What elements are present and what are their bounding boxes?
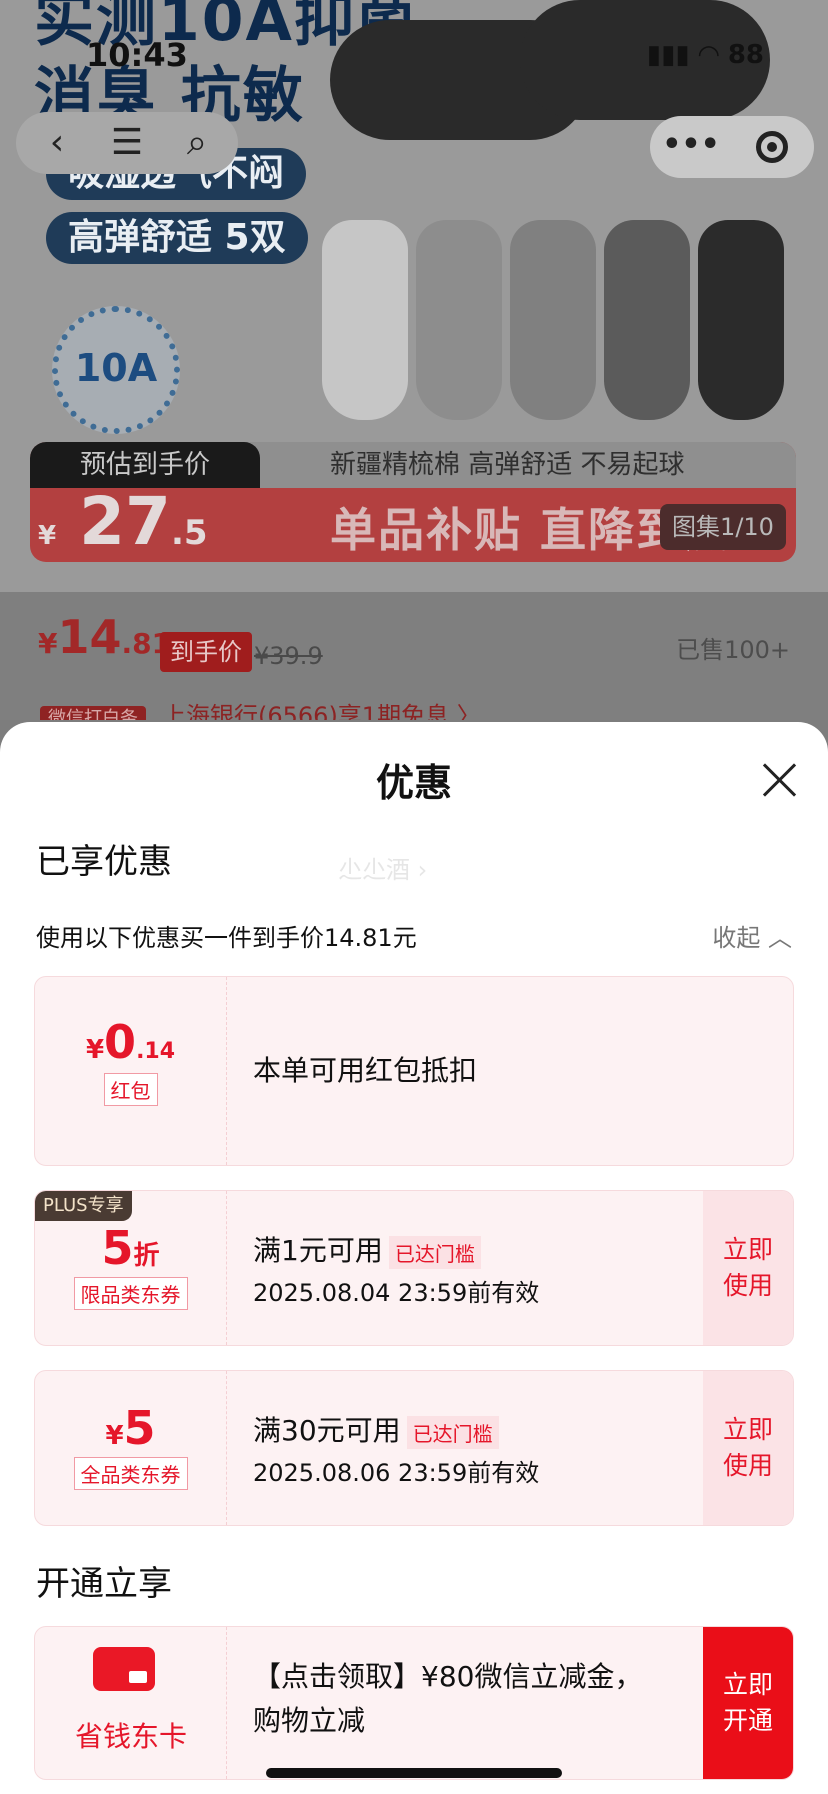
search-icon[interactable]: ⌕ <box>162 112 232 174</box>
coupon-amount: 5折 <box>101 1221 160 1275</box>
product-image-banner[interactable]: 实测10A抑菌 消臭 抗敏 吸湿透气不闷 高弹舒适 5双 10A 预估到手价 新… <box>0 0 828 592</box>
use-now-button[interactable]: 立即 使用 <box>703 1191 793 1345</box>
all-category-coupon-card[interactable]: ¥5 全品类东券 满30元可用 已达门槛 2025.08.06 23:59前有效 … <box>34 1370 794 1526</box>
collapse-button[interactable]: 收起 ︿ <box>712 918 792 953</box>
coupon-type-tag: 红包 <box>103 1073 158 1106</box>
gray-sock-image <box>510 220 596 420</box>
coupon-validity: 2025.08.04 23:59前有效 <box>253 1279 540 1307</box>
use-now-button[interactable]: 立即 使用 <box>703 1371 793 1525</box>
status-time: 10:43 <box>86 36 188 74</box>
coupon-condition: 满1元可用 <box>253 1234 383 1267</box>
card-icon <box>93 1647 155 1691</box>
coupon-detail: 满30元可用 已达门槛 2025.08.06 23:59前有效 <box>253 1409 539 1488</box>
coupon-detail: 满1元可用 已达门槛 2025.08.04 23:59前有效 <box>253 1229 539 1308</box>
promo-description: 【点击领取】¥80微信立减金， 购物立减 <box>253 1660 643 1737</box>
dark-gray-sock-image <box>604 220 690 420</box>
ghost-text: 尐尐酒 › <box>338 856 428 884</box>
savings-card-promo[interactable]: 省钱东卡 【点击领取】¥80微信立减金， 购物立减 立即 开通 <box>34 1626 794 1780</box>
discount-summary: 使用以下优惠买一件到手价14.81元 <box>36 924 417 952</box>
coupon-amount: ¥5 <box>105 1401 156 1455</box>
discount-sheet: 优惠 已享优惠 尐尐酒 › 使用以下优惠买一件到手价14.81元 收起 ︿ ¥0… <box>0 722 828 1794</box>
product-price-section: ¥14.81 到手价 ¥39.9 已售100+ 微信打白条 上海银行(6566)享… <box>0 592 828 720</box>
gallery-counter[interactable]: 图集1/10 <box>660 504 786 550</box>
open-membership-title: 开通立享 <box>36 1564 172 1604</box>
coupon-value-panel: ¥5 全品类东券 <box>35 1371 227 1525</box>
bank-tag: 微信打白条 <box>40 706 146 720</box>
home-indicator[interactable] <box>266 1768 562 1778</box>
coupon-validity: 2025.08.06 23:59前有效 <box>253 1459 540 1487</box>
open-now-button[interactable]: 立即 开通 <box>703 1627 793 1779</box>
promo-card-name: 省钱东卡 <box>74 1720 187 1753</box>
threshold-reached-tag: 已达门槛 <box>406 1415 499 1449</box>
antibacterial-badge-icon: 10A <box>52 306 180 434</box>
white-sock-image <box>322 220 408 420</box>
sold-count: 已售100+ <box>676 636 790 664</box>
status-icons: ▮▮▮ ◠ 88 <box>646 40 764 70</box>
nav-button-group: ‹ ☰ ⌕ <box>16 112 238 174</box>
bank-installment[interactable]: 微信打白条 上海银行(6566)享1期免息 〉 <box>40 696 481 720</box>
enjoyed-title: 已享优惠 <box>36 842 172 882</box>
sheet-title: 优惠 <box>375 761 452 805</box>
bank-text: 上海银行(6566)享1期免息 〉 <box>162 702 481 720</box>
coupon-description: 本单可用红包抵扣 <box>253 1054 478 1087</box>
close-icon[interactable] <box>760 760 800 800</box>
banner-price: ¥ 27.5 <box>38 483 208 560</box>
coupon-type-tag: 全品类东券 <box>73 1457 188 1490</box>
plus-coupon-card[interactable]: 5折 限品类东券 PLUS专享 满1元可用 已达门槛 2025.08.04 23:… <box>34 1190 794 1346</box>
light-gray-sock-image <box>416 220 502 420</box>
plus-exclusive-badge: PLUS专享 <box>35 1191 132 1221</box>
banner-tag-elastic: 高弹舒适 5双 <box>46 212 308 264</box>
back-icon[interactable]: ‹ <box>22 112 92 174</box>
more-icon[interactable]: ••• <box>650 116 732 178</box>
coupon-type-tag: 限品类东券 <box>73 1277 188 1310</box>
current-price: ¥14.81 <box>38 610 172 664</box>
banner-features: 新疆精梳棉 高弹舒适 不易起球 <box>330 450 685 480</box>
coupon-value-panel: ¥0.14 红包 <box>35 977 227 1165</box>
battery-icon: 88 <box>727 40 764 70</box>
black-sock-image-3 <box>698 220 784 420</box>
product-page-background: 实测10A抑菌 消臭 抗敏 吸湿透气不闷 高弹舒适 5双 10A 预估到手价 新… <box>0 0 828 720</box>
coupon-amount: ¥0.14 <box>85 1015 176 1069</box>
promo-card-panel: 省钱东卡 <box>35 1627 227 1779</box>
close-miniprogram-icon[interactable] <box>756 131 788 163</box>
miniprogram-capsule: ••• <box>650 116 814 178</box>
status-bar: 10:43 ▮▮▮ ◠ 88 <box>0 30 828 82</box>
final-price-tag: 到手价 <box>160 632 252 672</box>
coupon-condition: 满30元可用 <box>253 1414 401 1447</box>
red-packet-card[interactable]: ¥0.14 红包 本单可用红包抵扣 <box>34 976 794 1166</box>
menu-icon[interactable]: ☰ <box>92 112 162 174</box>
threshold-reached-tag: 已达门槛 <box>388 1235 481 1269</box>
original-price: ¥39.9 <box>254 642 323 670</box>
